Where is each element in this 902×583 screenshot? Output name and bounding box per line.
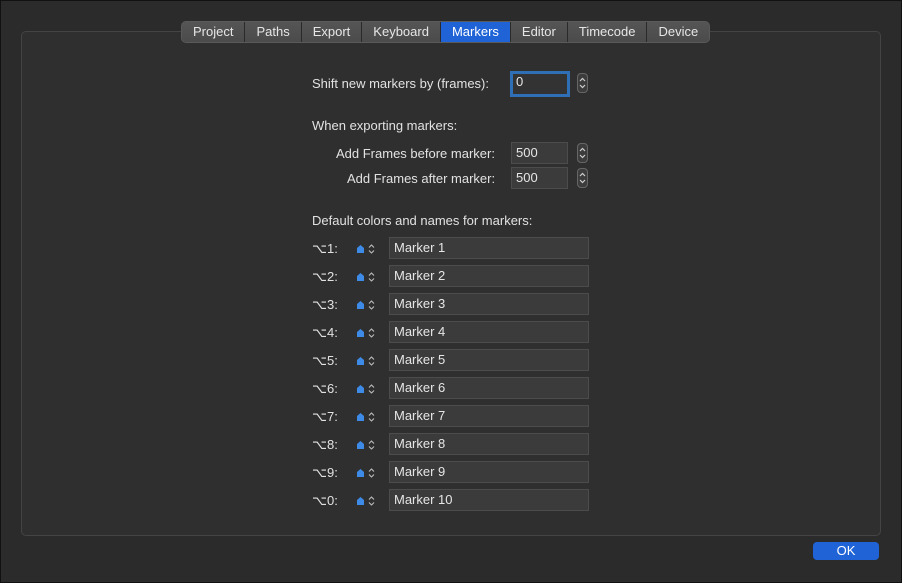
- marker-shortcut-label: ⌥9:: [312, 465, 338, 480]
- marker-shortcut-label: ⌥4:: [312, 325, 338, 340]
- chevron-updown-icon: [368, 384, 375, 394]
- marker-color-swatch-icon: [357, 301, 364, 309]
- marker-name-input[interactable]: Marker 3: [389, 293, 589, 315]
- shift-frames-stepper[interactable]: [577, 73, 588, 93]
- stepper-arrows-icon: [579, 77, 586, 89]
- marker-color-swatch-icon: [357, 469, 364, 477]
- marker-name-input[interactable]: Marker 2: [389, 265, 589, 287]
- chevron-updown-icon: [368, 412, 375, 422]
- stepper-arrows-icon: [579, 147, 586, 159]
- marker-shortcut-label: ⌥8:: [312, 437, 338, 452]
- marker-color-swatch-icon: [357, 357, 364, 365]
- tab-export[interactable]: Export: [300, 22, 362, 42]
- tab-bar: Project Paths Export Keyboard Markers Ed…: [181, 21, 711, 43]
- marker-name-input[interactable]: Marker 1: [389, 237, 589, 259]
- marker-color-picker[interactable]: [357, 464, 383, 482]
- shift-frames-input[interactable]: 0: [510, 71, 570, 97]
- marker-color-picker[interactable]: [357, 240, 383, 258]
- chevron-updown-icon: [368, 468, 375, 478]
- marker-shortcut-label: ⌥6:: [312, 381, 338, 396]
- chevron-updown-icon: [368, 356, 375, 366]
- marker-color-swatch-icon: [357, 273, 364, 281]
- tab-project[interactable]: Project: [182, 22, 245, 42]
- tab-markers[interactable]: Markers: [439, 22, 510, 42]
- marker-shortcut-label: ⌥5:: [312, 353, 338, 368]
- marker-shortcut-label: ⌥1:: [312, 241, 338, 256]
- marker-name-input[interactable]: Marker 4: [389, 321, 589, 343]
- marker-color-swatch-icon: [357, 497, 364, 505]
- marker-name-input[interactable]: Marker 9: [389, 461, 589, 483]
- defaults-heading: Default colors and names for markers:: [312, 213, 533, 228]
- frames-after-input[interactable]: 500: [511, 167, 568, 189]
- marker-color-swatch-icon: [357, 385, 364, 393]
- tab-device[interactable]: Device: [646, 22, 710, 42]
- marker-color-swatch-icon: [357, 441, 364, 449]
- frames-before-stepper[interactable]: [577, 143, 588, 163]
- marker-color-swatch-icon: [357, 245, 364, 253]
- marker-name-input[interactable]: Marker 6: [389, 377, 589, 399]
- marker-name-input[interactable]: Marker 5: [389, 349, 589, 371]
- shift-label: Shift new markers by (frames):: [312, 76, 489, 91]
- frames-after-label: Add Frames after marker:: [347, 171, 496, 186]
- marker-name-input[interactable]: Marker 8: [389, 433, 589, 455]
- marker-color-picker[interactable]: [357, 352, 383, 370]
- marker-name-input[interactable]: Marker 10: [389, 489, 589, 511]
- marker-name-input[interactable]: Marker 7: [389, 405, 589, 427]
- marker-color-picker[interactable]: [357, 296, 383, 314]
- marker-color-picker[interactable]: [357, 268, 383, 286]
- tab-keyboard[interactable]: Keyboard: [361, 22, 440, 42]
- marker-color-picker[interactable]: [357, 324, 383, 342]
- chevron-updown-icon: [368, 328, 375, 338]
- marker-shortcut-label: ⌥7:: [312, 409, 338, 424]
- marker-color-picker[interactable]: [357, 492, 383, 510]
- tab-timecode[interactable]: Timecode: [566, 22, 647, 42]
- marker-color-swatch-icon: [357, 329, 364, 337]
- marker-color-swatch-icon: [357, 413, 364, 421]
- chevron-updown-icon: [368, 496, 375, 506]
- frames-before-label: Add Frames before marker:: [336, 146, 495, 161]
- ok-button[interactable]: OK: [813, 542, 879, 560]
- chevron-updown-icon: [368, 440, 375, 450]
- marker-color-picker[interactable]: [357, 408, 383, 426]
- marker-shortcut-label: ⌥0:: [312, 493, 338, 508]
- chevron-updown-icon: [368, 300, 375, 310]
- tab-paths[interactable]: Paths: [244, 22, 301, 42]
- frames-before-input[interactable]: 500: [511, 142, 568, 164]
- marker-color-picker[interactable]: [357, 380, 383, 398]
- chevron-updown-icon: [368, 272, 375, 282]
- marker-shortcut-label: ⌥2:: [312, 269, 338, 284]
- chevron-updown-icon: [368, 244, 375, 254]
- frames-after-stepper[interactable]: [577, 168, 588, 188]
- marker-shortcut-label: ⌥3:: [312, 297, 338, 312]
- exporting-heading: When exporting markers:: [312, 118, 458, 133]
- marker-color-picker[interactable]: [357, 436, 383, 454]
- stepper-arrows-icon: [579, 172, 586, 184]
- tab-editor[interactable]: Editor: [509, 22, 567, 42]
